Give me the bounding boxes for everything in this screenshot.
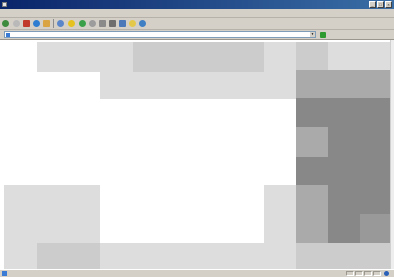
address-dropdown-icon[interactable]: ▼ [310,32,315,37]
page-content [0,40,394,269]
page-icon [6,32,10,37]
placeholder-block [264,42,296,99]
search-icon [57,20,64,27]
placeholder-block [4,243,37,269]
placeholder-block [100,243,296,269]
placeholder-block [328,127,390,157]
search-button[interactable] [57,19,65,29]
placeholder-block [296,70,390,98]
close-button[interactable]: × [385,1,392,8]
messenger-button[interactable] [129,19,136,29]
messenger-icon [129,20,136,27]
stop-button[interactable] [23,19,30,29]
history-button[interactable] [89,19,96,29]
placeholder-block [264,185,296,243]
placeholder-block [296,185,328,243]
star-icon [68,20,75,27]
placeholder-block [360,214,390,243]
back-button[interactable] [2,19,10,29]
title-bar: _ □ × [0,0,394,9]
maximize-button[interactable]: □ [377,1,384,8]
placeholder-block [360,185,390,214]
extra-button[interactable] [139,19,146,29]
home-icon [43,20,50,27]
address-input[interactable]: ▼ [4,31,316,38]
placeholder-block [37,42,100,72]
status-panel [346,271,354,276]
status-panels [345,270,394,277]
refresh-button[interactable] [33,19,40,29]
internet-zone-icon [384,271,389,276]
mail-button[interactable] [99,19,106,29]
placeholder-block [133,42,264,72]
toolbar-separator [53,19,54,28]
history-icon [89,20,96,27]
favorites-button[interactable] [68,19,76,29]
placeholder-block [296,157,390,185]
home-button[interactable] [43,19,50,29]
media-icon [79,20,86,27]
forward-button[interactable] [13,19,20,29]
placeholder-block [133,72,264,99]
status-panel [355,271,363,276]
forward-arrow-icon [13,20,20,27]
security-zone [384,271,390,276]
placeholder-block [4,185,100,243]
media-button[interactable] [79,19,86,29]
status-panel [364,271,372,276]
address-bar: ▼ [0,30,394,40]
window-controls: _ □ × [369,1,392,8]
placeholder-block [100,42,133,99]
navigation-toolbar [0,18,394,30]
go-arrow-icon [320,31,326,38]
placeholder-block [328,185,360,243]
placeholder-block [296,243,390,269]
placeholder-block [296,98,390,127]
placeholder-block [296,127,328,157]
placeholder-block [328,42,390,70]
edit-icon [119,20,126,27]
discuss-icon [139,20,146,27]
placeholder-block [296,42,328,70]
menu-bar [0,9,394,18]
back-arrow-icon [2,20,9,27]
status-panel [373,271,381,276]
go-button[interactable] [320,31,327,38]
edit-button[interactable] [119,19,126,29]
mail-icon [99,20,106,27]
browser-window: _ □ × ▼ [0,0,394,277]
page-status-icon [2,271,7,276]
print-button[interactable] [109,19,116,29]
placeholder-block [37,243,100,269]
minimize-button[interactable]: _ [369,1,376,8]
refresh-icon [33,20,40,27]
print-icon [109,20,116,27]
status-bar [0,269,394,277]
stop-icon [23,20,30,27]
app-icon [2,2,7,7]
vertical-scrollbar[interactable] [390,40,394,269]
